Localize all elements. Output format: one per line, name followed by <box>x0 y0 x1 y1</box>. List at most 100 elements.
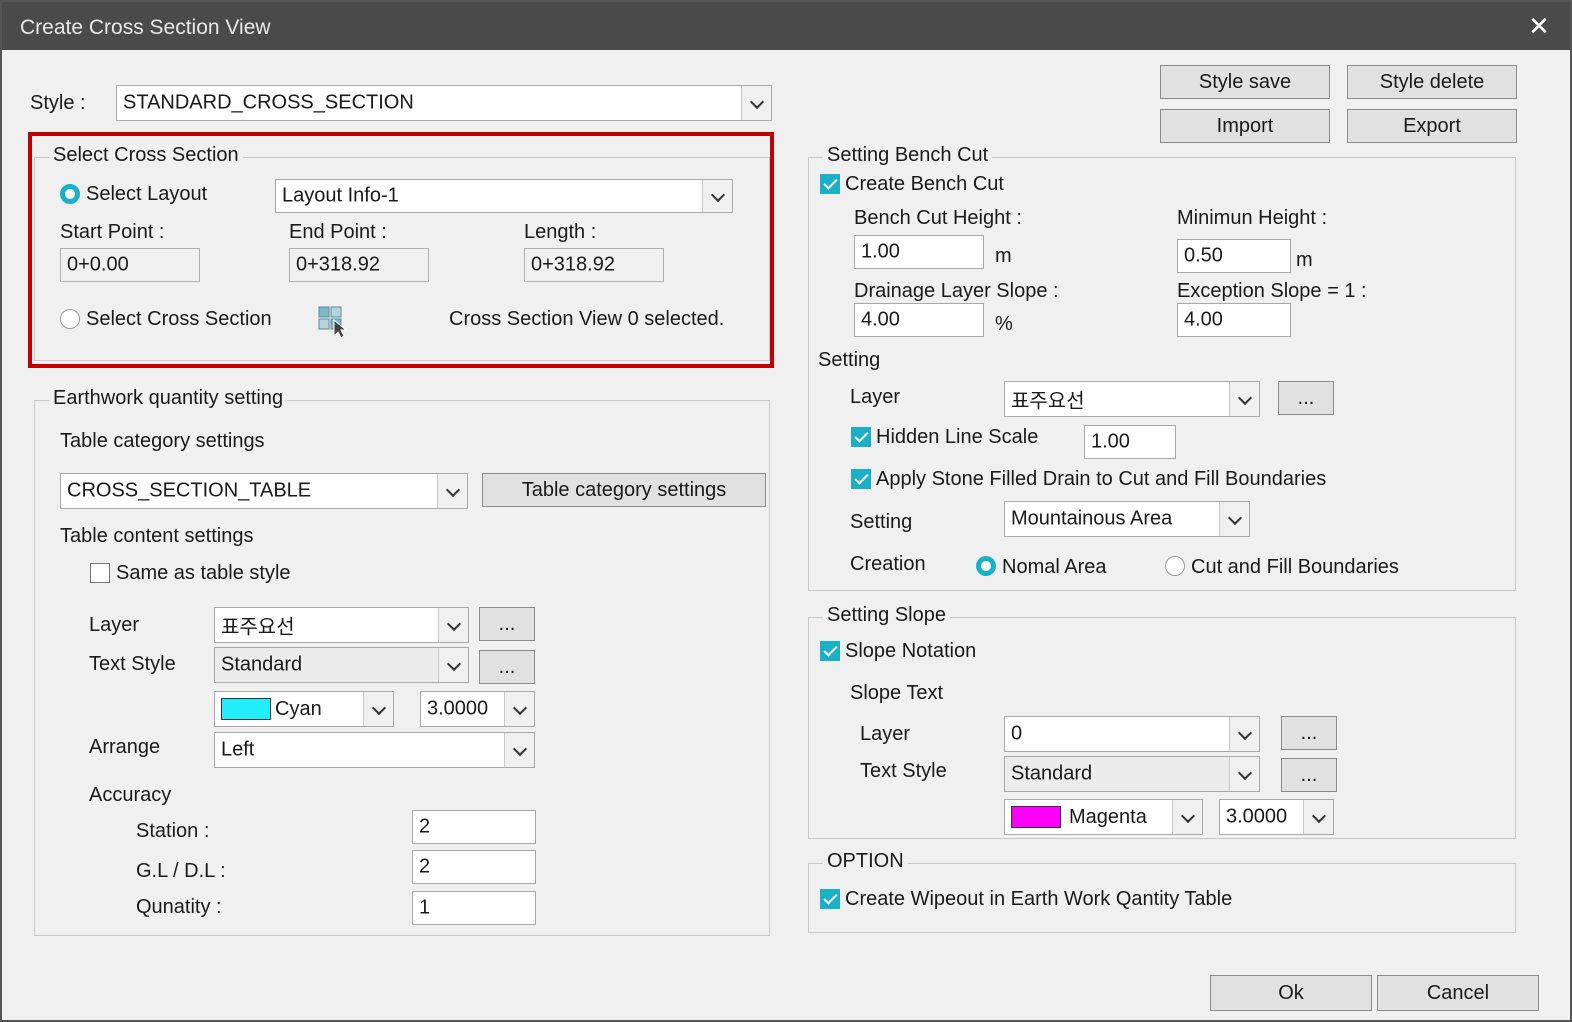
slope-height-select[interactable]: 3.0000 <box>1219 799 1334 835</box>
chevron-down-icon[interactable] <box>1172 800 1202 834</box>
bench-cut-height-label: Bench Cut Height : <box>854 207 1022 229</box>
drainage-slope-label: Drainage Layer Slope : <box>854 280 1059 302</box>
window-title: Create Cross Section View <box>20 16 271 39</box>
quantity-label: Qunatity : <box>136 896 222 918</box>
normal-area-radio[interactable] <box>976 556 996 576</box>
slope-height-value: 3.0000 <box>1226 805 1288 828</box>
text-color-select[interactable]: Cyan <box>214 691 394 727</box>
create-wipeout-label: Create Wipeout in Earth Work Qantity Tab… <box>845 888 1233 910</box>
bench-layer-value: 표주요선 <box>1011 390 1085 413</box>
style-select[interactable]: STANDARD_CROSS_SECTION <box>116 85 772 121</box>
hidden-line-scale-checkbox[interactable] <box>851 427 871 447</box>
earthwork-title: Earthwork quantity setting <box>49 387 288 410</box>
slope-layer-label: Layer <box>860 723 911 745</box>
style-value: STANDARD_CROSS_SECTION <box>123 91 414 114</box>
chevron-down-icon[interactable] <box>1219 502 1249 536</box>
exception-slope-value: 4.00 <box>1184 308 1223 331</box>
hidden-line-scale-input[interactable]: 1.00 <box>1084 425 1176 459</box>
cancel-button[interactable]: Cancel <box>1377 975 1539 1011</box>
quantity-input[interactable]: 1 <box>412 891 536 925</box>
exception-slope-label: Exception Slope = 1 : <box>1177 280 1367 302</box>
chevron-down-icon[interactable] <box>504 692 534 726</box>
layer-select[interactable]: 표주요선 <box>214 607 469 643</box>
table-category-select[interactable]: CROSS_SECTION_TABLE <box>60 473 468 509</box>
create-wipeout-checkbox[interactable] <box>820 889 840 909</box>
slope-text-style-value: Standard <box>1011 762 1093 785</box>
min-height-value: 0.50 <box>1184 244 1223 267</box>
text-height-select[interactable]: 3.0000 <box>420 691 535 727</box>
text-style-browse-button[interactable]: ... <box>479 650 535 684</box>
create-cross-section-dialog: Create Cross Section View ✕ Style : STAN… <box>0 0 1572 1022</box>
slope-text-label: Slope Text <box>850 682 944 704</box>
setting2-label: Setting <box>850 511 913 533</box>
exception-slope-input[interactable]: 4.00 <box>1177 303 1291 337</box>
import-button[interactable]: Import <box>1160 109 1330 143</box>
slope-text-style-browse-button[interactable]: ... <box>1281 758 1337 792</box>
create-bench-cut-checkbox[interactable] <box>820 174 840 194</box>
slope-color-value: Magenta <box>1069 806 1147 828</box>
table-content-label: Table content settings <box>60 525 254 547</box>
bench-cut-height-unit: m <box>995 245 1012 267</box>
chevron-down-icon[interactable] <box>1229 382 1259 416</box>
setting-label: Setting <box>818 349 881 371</box>
slope-layer-browse-button[interactable]: ... <box>1281 716 1337 750</box>
slope-color-select[interactable]: Magenta <box>1004 799 1203 835</box>
table-category-settings-button[interactable]: Table category settings <box>482 473 766 507</box>
layer-browse-button[interactable]: ... <box>479 607 535 641</box>
close-icon[interactable]: ✕ <box>1524 12 1554 42</box>
chevron-down-icon[interactable] <box>438 608 468 642</box>
min-height-input[interactable]: 0.50 <box>1177 239 1291 273</box>
chevron-down-icon[interactable] <box>1303 800 1333 834</box>
gl-dl-value: 2 <box>419 855 431 878</box>
arrange-label: Arrange <box>89 736 161 758</box>
bench-layer-select[interactable]: 표주요선 <box>1004 381 1260 417</box>
bench-cut-height-value: 1.00 <box>861 240 900 263</box>
chevron-down-icon[interactable] <box>438 648 468 682</box>
layer-label: Layer <box>89 614 140 636</box>
arrange-select[interactable]: Left <box>214 732 535 768</box>
export-button[interactable]: Export <box>1347 109 1517 143</box>
chevron-down-icon[interactable] <box>1229 757 1259 791</box>
text-style-label: Text Style <box>89 653 176 675</box>
chevron-down-icon[interactable] <box>504 733 534 767</box>
style-label: Style : <box>30 92 86 114</box>
bench-cut-height-input[interactable]: 1.00 <box>854 235 984 269</box>
normal-area-label: Nomal Area <box>1002 556 1107 578</box>
bench-layer-label: Layer <box>850 386 901 408</box>
drainage-slope-unit: % <box>995 313 1013 335</box>
slope-notation-checkbox[interactable] <box>820 641 840 661</box>
create-bench-cut-label: Create Bench Cut <box>845 173 1004 195</box>
slope-title: Setting Slope <box>823 604 950 627</box>
drainage-slope-value: 4.00 <box>861 308 900 331</box>
cut-fill-boundaries-radio[interactable] <box>1165 556 1185 576</box>
ok-button[interactable]: Ok <box>1210 975 1372 1011</box>
chevron-down-icon[interactable] <box>741 86 771 120</box>
table-category-value: CROSS_SECTION_TABLE <box>67 479 312 502</box>
bench-layer-browse-button[interactable]: ... <box>1278 381 1334 415</box>
style-delete-button[interactable]: Style delete <box>1347 65 1517 99</box>
drainage-slope-input[interactable]: 4.00 <box>854 303 984 337</box>
quantity-value: 1 <box>419 896 431 919</box>
text-style-select[interactable]: Standard <box>214 647 469 683</box>
text-style-value: Standard <box>221 653 303 676</box>
slope-layer-value: 0 <box>1011 722 1023 745</box>
area-setting-value: Mountainous Area <box>1011 507 1173 530</box>
slope-text-style-select[interactable]: Standard <box>1004 756 1260 792</box>
creation-label: Creation <box>850 553 926 575</box>
bench-cut-title: Setting Bench Cut <box>823 144 993 167</box>
chevron-down-icon[interactable] <box>1229 717 1259 751</box>
cyan-swatch <box>221 698 271 720</box>
same-as-table-style-checkbox[interactable] <box>90 563 110 583</box>
min-height-label: Minimun Height : <box>1177 207 1328 229</box>
chevron-down-icon[interactable] <box>437 474 467 508</box>
apply-stone-drain-checkbox[interactable] <box>851 469 871 489</box>
chevron-down-icon[interactable] <box>363 692 393 726</box>
magenta-swatch <box>1011 806 1061 828</box>
slope-layer-select[interactable]: 0 <box>1004 716 1260 752</box>
min-height-unit: m <box>1296 249 1313 271</box>
hidden-line-scale-value: 1.00 <box>1091 430 1130 453</box>
style-save-button[interactable]: Style save <box>1160 65 1330 99</box>
station-input[interactable]: 2 <box>412 810 536 844</box>
area-setting-select[interactable]: Mountainous Area <box>1004 501 1250 537</box>
gl-dl-input[interactable]: 2 <box>412 850 536 884</box>
